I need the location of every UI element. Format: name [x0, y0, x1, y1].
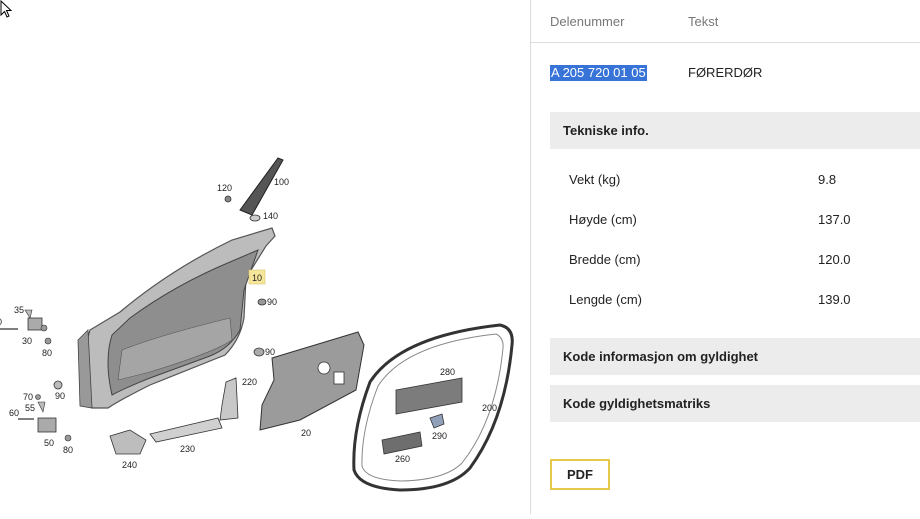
validity-matrix-title: Kode gyldighetsmatriks — [563, 396, 711, 411]
callout-90b[interactable]: 90 — [265, 347, 275, 357]
bracket-240[interactable] — [109, 429, 147, 455]
tech-info-title: Tekniske info. — [563, 123, 649, 138]
callout-230[interactable]: 230 — [180, 444, 195, 454]
callout-60[interactable]: 60 — [9, 408, 19, 418]
callout-120[interactable]: 120 — [217, 183, 232, 193]
callout-labels: 100 120 140 10 90 90 90 35 30 80 50 70 5… — [0, 177, 497, 470]
callout-200[interactable]: 200 — [482, 403, 497, 413]
validity-matrix-section[interactable]: Kode gyldighetsmatriks — [550, 385, 920, 422]
part-120-icon[interactable] — [224, 195, 232, 203]
part-90c-icon[interactable] — [53, 380, 63, 390]
col-header-part-number: Delenummer — [550, 14, 625, 29]
pdf-button[interactable]: PDF — [550, 459, 610, 490]
clip-290[interactable] — [429, 413, 445, 429]
parts-diagram[interactable]: 100 120 140 10 90 90 90 35 30 80 50 70 5… — [0, 0, 530, 514]
pdf-button-label: PDF — [567, 467, 593, 482]
callout-30[interactable]: 30 — [22, 336, 32, 346]
width-value: 120.0 — [818, 252, 851, 267]
callout-80b[interactable]: 80 — [63, 445, 73, 455]
callout-220[interactable]: 220 — [242, 377, 257, 387]
callout-10[interactable]: 10 — [252, 273, 262, 283]
tech-info-header[interactable]: Tekniske info. — [550, 112, 920, 149]
validity-info-section[interactable]: Kode informasjon om gyldighet — [550, 338, 920, 375]
part-details-panel: Delenummer Tekst A 205 720 01 05 FØRERDØ… — [531, 0, 920, 514]
mouse-cursor-icon — [0, 0, 13, 18]
height-label: Høyde (cm) — [569, 212, 637, 227]
callout-260[interactable]: 260 — [395, 454, 410, 464]
callout-55[interactable]: 55 — [25, 403, 35, 413]
height-value: 137.0 — [818, 212, 851, 227]
part-140-icon[interactable] — [249, 214, 261, 222]
col-header-text: Tekst — [688, 14, 719, 29]
bracket-220[interactable] — [219, 377, 239, 421]
callout-140[interactable]: 140 — [263, 211, 278, 221]
part-90b-icon[interactable] — [253, 347, 265, 357]
parts-diagram-panel: 100 120 140 10 90 90 90 35 30 80 50 70 5… — [0, 0, 530, 514]
header-divider — [531, 42, 920, 43]
pad-260[interactable] — [381, 431, 423, 455]
callout-50[interactable]: 50 — [44, 438, 54, 448]
part-90a-icon[interactable] — [257, 298, 267, 306]
callout-100[interactable]: 100 — [274, 177, 289, 187]
callout-50-top[interactable]: 50 — [0, 317, 2, 327]
weight-label: Vekt (kg) — [569, 172, 621, 187]
part-name: FØRERDØR — [688, 65, 763, 80]
pad-280[interactable] — [395, 377, 463, 415]
validity-info-title: Kode informasjon om gyldighet — [563, 349, 759, 364]
weight-value: 9.8 — [818, 172, 837, 187]
callout-90a[interactable]: 90 — [267, 297, 277, 307]
callout-90c[interactable]: 90 — [55, 391, 65, 401]
length-value: 139.0 — [818, 292, 851, 307]
length-label: Lengde (cm) — [569, 292, 642, 307]
callout-280[interactable]: 280 — [440, 367, 455, 377]
callout-20[interactable]: 20 — [301, 428, 311, 438]
callout-240[interactable]: 240 — [122, 460, 137, 470]
part-number-selected[interactable]: A 205 720 01 05 — [550, 65, 647, 81]
insulation-panel-20[interactable] — [259, 331, 365, 431]
callout-290[interactable]: 290 — [432, 431, 447, 441]
width-label: Bredde (cm) — [569, 252, 641, 267]
rail-230[interactable] — [149, 417, 223, 443]
callout-80a[interactable]: 80 — [42, 348, 52, 358]
callout-70[interactable]: 70 — [23, 392, 33, 402]
callout-35[interactable]: 35 — [14, 305, 24, 315]
